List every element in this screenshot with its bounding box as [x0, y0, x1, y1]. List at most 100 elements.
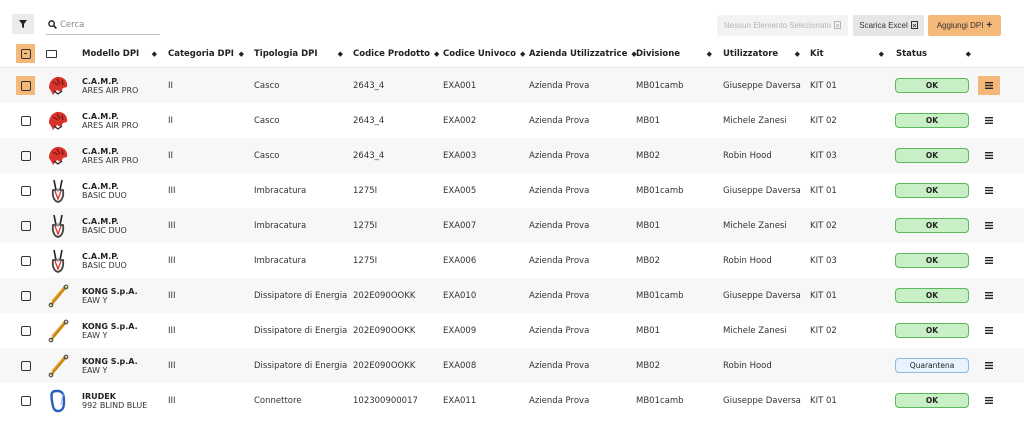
row-menu-button[interactable] — [978, 111, 1000, 130]
row-menu-button[interactable] — [978, 391, 1000, 410]
header-division[interactable]: Divisione ◆ — [636, 40, 712, 68]
cell-user: Giuseppe Daversa — [723, 395, 801, 406]
header-kit[interactable]: Kit ◆ — [810, 40, 884, 68]
cell-product-code: 1275I — [353, 220, 378, 231]
model-brand: IRUDEK — [82, 391, 116, 401]
row-menu-button[interactable] — [978, 321, 1000, 340]
table-header: Modello DPI ◆ Categoria DPI ◆ Tipologia DP… — [0, 40, 1024, 68]
table-row[interactable]: C.A.M.P. ARES AIR PRO II Casco 2643_4 EXA001 A… — [0, 68, 1024, 103]
excel-file-icon — [910, 20, 918, 31]
status-badge: OK — [895, 113, 969, 128]
cell-division: MB01 — [636, 115, 660, 126]
table-row[interactable]: KONG S.p.A. EAW Y III Dissipatore di Energi… — [0, 348, 1024, 383]
header-user-label: Utilizzatore — [723, 49, 779, 59]
cell-company: Azienda Prova — [529, 80, 590, 91]
row-checkbox[interactable] — [16, 76, 35, 95]
hamburger-icon — [985, 327, 993, 334]
row-menu-button[interactable] — [978, 181, 1000, 200]
status-badge: OK — [895, 183, 969, 198]
cell-product-code: 202E090OOKK — [353, 290, 416, 301]
header-company-label: Azienda Utilizzatrice — [529, 49, 628, 59]
model-name: 992 BLIND BLUE — [82, 400, 148, 410]
cell-division: MB01camb — [636, 395, 684, 406]
header-status-label: Status — [896, 49, 928, 59]
row-menu-button[interactable] — [978, 286, 1000, 305]
table-row[interactable]: C.A.M.P. ARES AIR PRO II Casco 2643_4 EXA002 A… — [0, 103, 1024, 138]
table-row[interactable]: C.A.M.P. BASIC DUO III Imbracatura 1275I EXA0… — [0, 173, 1024, 208]
cell-user: Robin Hood — [723, 360, 772, 371]
cell-user: Michele Zanesi — [723, 325, 787, 336]
select-all-checkbox[interactable] — [16, 44, 35, 63]
checkbox-box — [20, 80, 31, 91]
row-menu-button[interactable] — [978, 251, 1000, 270]
header-unique-code[interactable]: Codice Univoco ◆ — [443, 40, 525, 68]
status-badge: OK — [895, 323, 969, 338]
table-row[interactable]: KONG S.p.A. EAW Y III Dissipatore di Energi… — [0, 313, 1024, 348]
hamburger-icon — [985, 222, 993, 229]
cell-company: Azienda Prova — [529, 325, 590, 336]
row-checkbox[interactable] — [16, 356, 35, 375]
cell-user: Giuseppe Daversa — [723, 80, 801, 91]
filter-button[interactable] — [12, 14, 34, 34]
header-product-code[interactable]: Codice Prodotto ◆ — [353, 40, 439, 68]
header-company[interactable]: Azienda Utilizzatrice ◆ — [529, 40, 637, 68]
table-row[interactable]: C.A.M.P. BASIC DUO III Imbracatura 1275I EXA0… — [0, 243, 1024, 278]
row-menu-button[interactable] — [978, 216, 1000, 235]
cell-kit: KIT 02 — [810, 115, 837, 126]
search-box[interactable] — [46, 15, 160, 35]
row-checkbox[interactable] — [16, 391, 35, 410]
hamburger-icon — [985, 117, 993, 124]
header-status[interactable]: Status ◆ — [896, 40, 971, 68]
row-checkbox[interactable] — [16, 321, 35, 340]
header-model[interactable]: Modello DPI ◆ — [82, 40, 157, 68]
selection-status-button[interactable]: Nessun Elemento Selezionato — [717, 15, 848, 36]
lanyard-thumbnail — [45, 317, 71, 344]
toolbar: Nessun Elemento Selezionato Scarica Exce… — [0, 0, 1024, 40]
model-brand: C.A.M.P. — [82, 146, 119, 156]
checkbox-box — [20, 325, 31, 336]
table-row[interactable]: KONG S.p.A. EAW Y III Dissipatore di Energi… — [0, 278, 1024, 313]
row-menu-button[interactable] — [978, 356, 1000, 375]
table-row[interactable]: C.A.M.P. ARES AIR PRO II Casco 2643_4 EXA003 A… — [0, 138, 1024, 173]
cell-type: Dissipatore di Energia — [254, 360, 348, 371]
header-type[interactable]: Tipologia DPI ◆ — [254, 40, 343, 68]
status-badge: OK — [895, 393, 969, 408]
cell-product-code: 2643_4 — [353, 115, 385, 126]
row-menu-button[interactable] — [978, 76, 1000, 95]
row-checkbox[interactable] — [16, 181, 35, 200]
cell-product-code: 102300900017 — [353, 395, 418, 406]
cell-type: Imbracatura — [254, 220, 307, 231]
add-dpi-button[interactable]: Aggiungi DPI + — [928, 15, 1001, 36]
cell-product-code: 1275I — [353, 255, 378, 266]
header-user[interactable]: Utilizzatore ◆ — [723, 40, 800, 68]
row-checkbox[interactable] — [16, 251, 35, 270]
header-type-label: Tipologia DPI — [254, 49, 318, 59]
table-row[interactable]: IRUDEK 992 BLIND BLUE III Connettore 1023009… — [0, 383, 1024, 418]
row-checkbox[interactable] — [16, 111, 35, 130]
row-checkbox[interactable] — [16, 286, 35, 305]
model-cell: KONG S.p.A. EAW Y — [82, 278, 138, 313]
checkbox-box — [20, 150, 31, 161]
cell-type: Connettore — [254, 395, 302, 406]
cell-type: Imbracatura — [254, 185, 307, 196]
row-menu-button[interactable] — [978, 146, 1000, 165]
row-checkbox[interactable] — [16, 146, 35, 165]
checkbox-box — [20, 185, 31, 196]
model-brand: KONG S.p.A. — [82, 286, 138, 296]
search-input[interactable] — [60, 19, 156, 30]
selection-status-label: Nessun Elemento Selezionato — [723, 21, 832, 30]
row-checkbox[interactable] — [16, 216, 35, 235]
header-category[interactable]: Categoria DPI ◆ — [168, 40, 244, 68]
cell-category: III — [168, 395, 176, 406]
table-row[interactable]: C.A.M.P. BASIC DUO III Imbracatura 1275I EXA0… — [0, 208, 1024, 243]
sort-icon: ◆ — [706, 50, 712, 58]
header-model-label: Modello DPI — [82, 49, 140, 59]
model-name: BASIC DUO — [82, 190, 127, 200]
cell-division: MB01camb — [636, 80, 684, 91]
status-badge: OK — [895, 148, 969, 163]
download-excel-button[interactable]: Scarica Excel — [853, 15, 924, 36]
cell-company: Azienda Prova — [529, 150, 590, 161]
filter-icon — [19, 20, 27, 28]
model-name: EAW Y — [82, 295, 108, 305]
lanyard-thumbnail — [45, 282, 71, 309]
